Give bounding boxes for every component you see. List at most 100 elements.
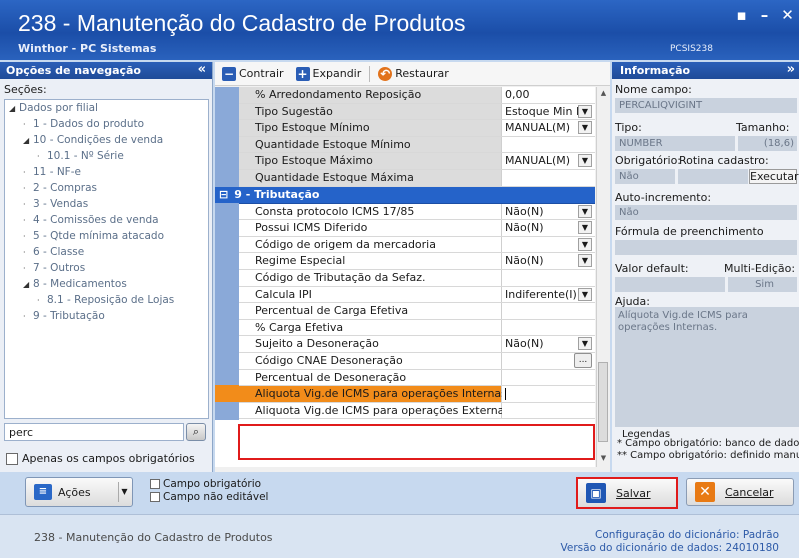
tree-item[interactable]: · 5 - Qtde mínima atacado <box>5 228 208 244</box>
chevron-down-icon[interactable]: ▼ <box>578 254 592 268</box>
grid-row-value[interactable]: Estoque Min M ▼ <box>502 103 595 120</box>
grid-row-value[interactable]: ... <box>502 352 595 369</box>
grid-row[interactable]: Tipo Estoque Mínimo MANUAL(M) ▼ <box>215 119 595 137</box>
grid-row-name: Consta protocolo ICMS 17/85 <box>215 202 502 221</box>
grid-row[interactable]: Tipo Estoque Máximo MANUAL(M) ▼ <box>215 152 595 170</box>
grid-row-value[interactable] <box>502 319 595 336</box>
grid-row[interactable]: Quantidade Estoque Mínimo <box>215 135 595 154</box>
grid-row[interactable]: Quantidade Estoque Máxima <box>215 168 595 187</box>
grid-row-value[interactable]: Não(N) ▼ <box>502 203 595 220</box>
only-required-label: Apenas os campos obrigatórios <box>22 452 195 465</box>
tree-item[interactable]: · 7 - Outros <box>5 260 208 276</box>
grid-row-value[interactable] <box>502 169 595 186</box>
legend-line-1: * Campo obrigatório: banco de dados <box>617 438 799 449</box>
dictionary-config: Configuração do dicionário: Padrão <box>595 529 779 541</box>
tree-item[interactable]: ◢ 10 - Condições de venda <box>5 132 208 148</box>
tree-item[interactable]: · 11 - NF-e <box>5 164 208 180</box>
grid-row[interactable]: % Arredondamento Reposição 0,00 <box>215 87 595 104</box>
collapse-button[interactable]: − Contrair <box>218 66 288 81</box>
expanded-triangle-icon[interactable]: ◢ <box>23 133 33 149</box>
tree-item[interactable]: ◢ Dados por filial <box>5 100 208 116</box>
tree-item[interactable]: · 8.1 - Reposição de Lojas <box>5 292 208 308</box>
grid-row-value[interactable]: Não(N) ▼ <box>502 253 595 269</box>
chevron-down-icon[interactable]: ▼ <box>578 287 592 301</box>
ellipsis-button[interactable]: ... <box>574 352 592 368</box>
grid-row[interactable]: Sujeito a Desoneração Não(N) ▼ <box>215 335 595 353</box>
grid-row[interactable]: Aliquota Vig.de ICMS para operações Inte… <box>215 385 595 403</box>
grid-row-value[interactable]: Indiferente(I) ▼ <box>502 286 595 303</box>
grid-row-value[interactable] <box>502 136 595 153</box>
sections-tree[interactable]: ◢ Dados por filial · 1 - Dados do produto ◢ 1… <box>4 99 209 419</box>
search-input[interactable]: perc <box>4 423 184 441</box>
restore-icon[interactable]: – <box>753 6 776 26</box>
scroll-thumb[interactable] <box>598 362 608 442</box>
grid-row[interactable]: % Carga Efetiva <box>215 318 595 337</box>
plus-icon: + <box>295 66 310 81</box>
collapse-section-icon[interactable]: ⊟ <box>215 187 228 203</box>
grid-row-value[interactable]: ▼ <box>502 236 595 253</box>
chevron-down-icon[interactable]: ▼ <box>118 482 130 502</box>
collapse-nav-icon[interactable]: « <box>198 62 206 77</box>
chevron-down-icon[interactable]: ▼ <box>578 337 592 351</box>
properties-panel: − Contrair + Expandir ↶ Restaurar % Arre… <box>215 62 610 472</box>
execute-button[interactable]: Executar <box>749 169 799 184</box>
grid-row[interactable]: Código de origem da mercadoria ▼ <box>215 235 595 254</box>
section-header[interactable]: ⊟ 9 - Tributação <box>215 186 595 204</box>
chevron-down-icon[interactable]: ▼ <box>578 237 592 251</box>
save-button[interactable]: ▣ Salvar <box>576 477 678 509</box>
tree-item[interactable]: · 2 - Compras <box>5 180 208 196</box>
tree-item[interactable]: · 9 - Tributação <box>5 308 208 324</box>
chevron-down-icon[interactable]: ▼ <box>578 154 592 168</box>
expand-info-icon[interactable]: » <box>787 62 795 77</box>
tree-item[interactable]: · 6 - Classe <box>5 244 208 260</box>
grid-row-value[interactable] <box>502 402 595 419</box>
minimize-icon[interactable]: ▪ <box>730 6 753 26</box>
grid-row[interactable]: Possui ICMS Diferido Não(N) ▼ <box>215 219 595 237</box>
grid-row-value[interactable] <box>502 303 595 319</box>
grid-row[interactable]: Percentual de Carga Efetiva <box>215 302 595 320</box>
tree-item[interactable]: ◢ 8 - Medicamentos <box>5 276 208 292</box>
actions-button[interactable]: ≡ Ações ▼ <box>25 477 133 507</box>
expanded-triangle-icon[interactable]: ◢ <box>9 101 19 117</box>
close-icon[interactable]: ✕ <box>776 6 799 26</box>
tree-item[interactable]: · 4 - Comissões de venda <box>5 212 208 228</box>
grid-row-value[interactable]: Não(N) ▼ <box>502 220 595 236</box>
grid-row[interactable]: Regime Especial Não(N) ▼ <box>215 252 595 270</box>
checkbox-box[interactable] <box>6 452 18 465</box>
grid-row-value[interactable] <box>502 269 595 286</box>
chevron-down-icon[interactable]: ▼ <box>578 104 592 118</box>
actions-icon: ≡ <box>34 484 52 500</box>
grid-row-value[interactable]: Não(N) ▼ <box>502 336 595 352</box>
scroll-up-icon[interactable]: ▲ <box>597 89 610 97</box>
grid-row[interactable]: Percentual de Desoneração <box>215 368 595 387</box>
only-required-checkbox[interactable]: Apenas os campos obrigatórios <box>6 452 195 465</box>
grid-row[interactable]: Tipo Sugestão Estoque Min M ▼ <box>215 102 595 121</box>
restore-button[interactable]: ↶ Restaurar <box>374 66 452 81</box>
grid-row-name: Tipo Estoque Máximo <box>215 152 502 170</box>
scroll-down-icon[interactable]: ▼ <box>597 454 610 462</box>
tree-item[interactable]: · 3 - Vendas <box>5 196 208 212</box>
expanded-triangle-icon[interactable]: ◢ <box>23 277 33 293</box>
grid-scrollbar[interactable]: ▲ ▼ <box>596 87 609 467</box>
grid-row-value[interactable]: 0,00 <box>502 87 595 103</box>
tree-branch-icon: · <box>23 312 26 321</box>
grid-row-value[interactable]: MANUAL(M) ▼ <box>502 153 595 169</box>
grid-row-value[interactable] <box>502 386 595 402</box>
chevron-down-icon[interactable]: ▼ <box>578 221 592 235</box>
properties-grid[interactable]: % Arredondamento Reposição 0,00 Tipo Suges… <box>215 87 595 467</box>
chevron-down-icon[interactable]: ▼ <box>578 204 592 218</box>
tree-item[interactable]: · 1 - Dados do produto <box>5 116 208 132</box>
tree-item-label: Dados por filial <box>19 102 98 114</box>
tree-item[interactable]: · 10.1 - Nº Série <box>5 148 208 164</box>
grid-row-value[interactable] <box>502 369 595 386</box>
grid-row[interactable]: Consta protocolo ICMS 17/85 Não(N) ▼ <box>215 202 595 221</box>
grid-row[interactable]: Código de Tributação da Sefaz. <box>215 268 595 287</box>
grid-row[interactable]: Código CNAE Desoneração... <box>215 351 595 370</box>
grid-row[interactable]: Calcula IPI Indiferente(I) ▼ <box>215 285 595 304</box>
grid-row[interactable]: Aliquota Vig.de ICMS para operações Exte… <box>215 401 595 420</box>
expand-button[interactable]: + Expandir <box>292 66 366 81</box>
chevron-down-icon[interactable]: ▼ <box>578 121 592 135</box>
search-button[interactable]: ⌕ <box>186 423 206 441</box>
cancel-button[interactable]: ✕ Cancelar <box>686 478 794 506</box>
grid-row-value[interactable]: MANUAL(M) ▼ <box>502 120 595 136</box>
